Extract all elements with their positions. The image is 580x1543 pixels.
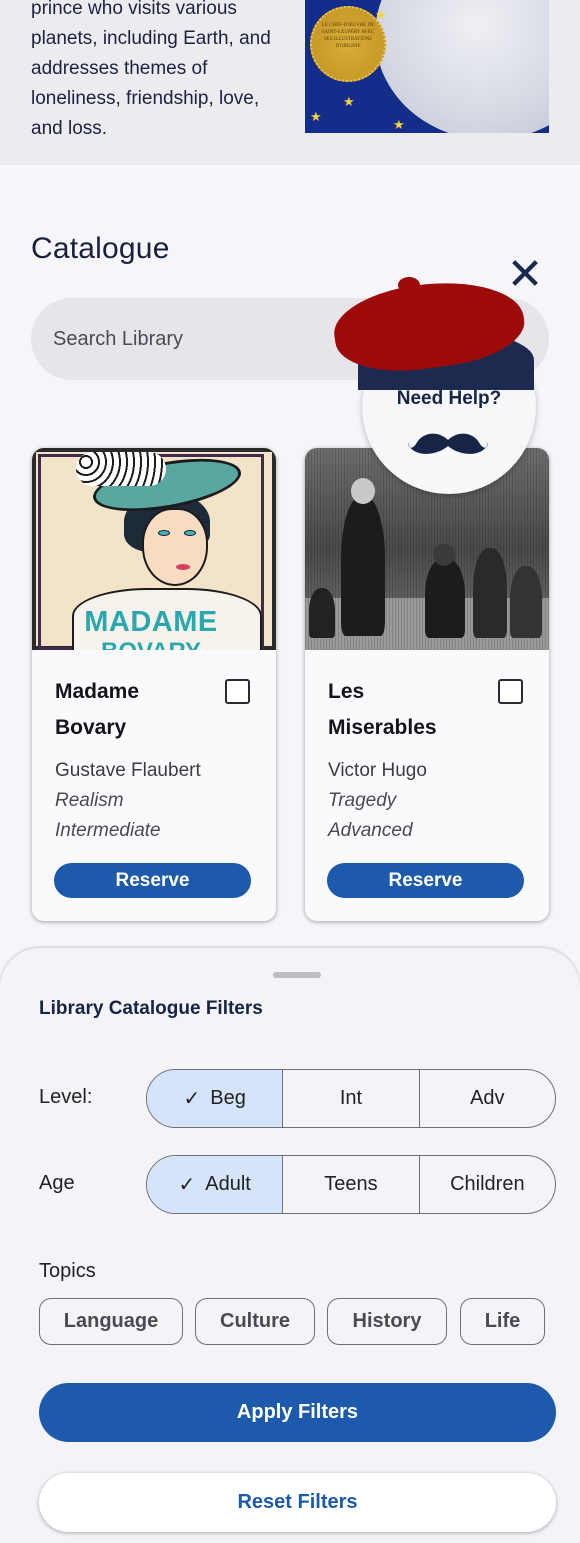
- filters-title: Library Catalogue Filters: [39, 998, 263, 1019]
- reset-filters-button[interactable]: Reset Filters: [39, 1473, 556, 1532]
- reserve-button[interactable]: Reserve: [327, 863, 524, 898]
- catalogue-title: Catalogue: [31, 232, 170, 265]
- sheet-drag-handle[interactable]: [273, 972, 321, 978]
- book-title: Madame Bovary: [55, 680, 140, 739]
- star-icon: ★: [393, 117, 405, 132]
- madame-bovary-cover-image: MADAME BOVARY: [32, 448, 276, 650]
- mustache-icon: [408, 433, 488, 454]
- level-option-adv[interactable]: Adv: [418, 1070, 555, 1127]
- check-icon: ✓: [178, 1174, 196, 1196]
- close-icon[interactable]: ✕: [505, 253, 545, 297]
- book-author: Gustave Flaubert: [55, 760, 201, 781]
- book-title: Les Miserables: [328, 680, 437, 739]
- topic-chip-language[interactable]: Language: [39, 1298, 183, 1345]
- star-icon: ★: [310, 109, 322, 124]
- topic-chip-life[interactable]: Life: [460, 1298, 545, 1345]
- filter-bottom-sheet: [0, 948, 580, 1543]
- book-level: Advanced: [328, 820, 413, 841]
- select-book-checkbox[interactable]: [225, 679, 250, 704]
- book-card-les-miserables: Les Miserables Victor Hugo Tragedy Advan…: [305, 448, 549, 921]
- little-prince-cover-image: LE CHEF-D'ŒUVRE DE SAINT-EXUPÉRY AVEC SE…: [305, 0, 549, 133]
- topic-chip-history[interactable]: History: [327, 1298, 447, 1345]
- level-label: Level:: [39, 1086, 93, 1108]
- search-placeholder: Search Library: [53, 327, 184, 350]
- book-description: prince who visits various planets, inclu…: [31, 0, 271, 139]
- topic-chip-culture[interactable]: Culture: [195, 1298, 315, 1345]
- star-icon: ★: [375, 7, 387, 22]
- book-genre: Tragedy: [328, 790, 397, 811]
- topics-label: Topics: [39, 1260, 96, 1282]
- level-segmented-control: ✓ Beg Int Adv: [146, 1069, 556, 1128]
- select-book-checkbox[interactable]: [498, 679, 523, 704]
- book-level: Intermediate: [55, 820, 161, 841]
- level-option-beg[interactable]: ✓ Beg: [147, 1070, 283, 1127]
- age-segmented-control: ✓ Adult Teens Children: [146, 1155, 556, 1214]
- book-card-madame-bovary: MADAME BOVARY Madame Bovary Gustave Flau…: [32, 448, 276, 921]
- age-option-adult[interactable]: ✓ Adult: [147, 1156, 283, 1213]
- check-icon: ✓: [183, 1088, 201, 1110]
- need-help-label[interactable]: Need Help?: [362, 388, 536, 410]
- apply-filters-button[interactable]: Apply Filters: [39, 1383, 556, 1442]
- star-icon: ★: [343, 94, 355, 109]
- level-option-int[interactable]: Int: [282, 1070, 418, 1127]
- cover-title-text: MADAME: [84, 606, 218, 638]
- book-genre: Realism: [55, 790, 124, 811]
- beret-stem: [398, 277, 420, 293]
- age-option-children[interactable]: Children: [418, 1156, 555, 1213]
- cover-title-text: BOVARY: [32, 638, 270, 650]
- book-author: Victor Hugo: [328, 760, 427, 781]
- age-label: Age: [39, 1172, 75, 1194]
- planet-illustration: [375, 0, 549, 133]
- age-option-teens[interactable]: Teens: [282, 1156, 418, 1213]
- reserve-button[interactable]: Reserve: [54, 863, 251, 898]
